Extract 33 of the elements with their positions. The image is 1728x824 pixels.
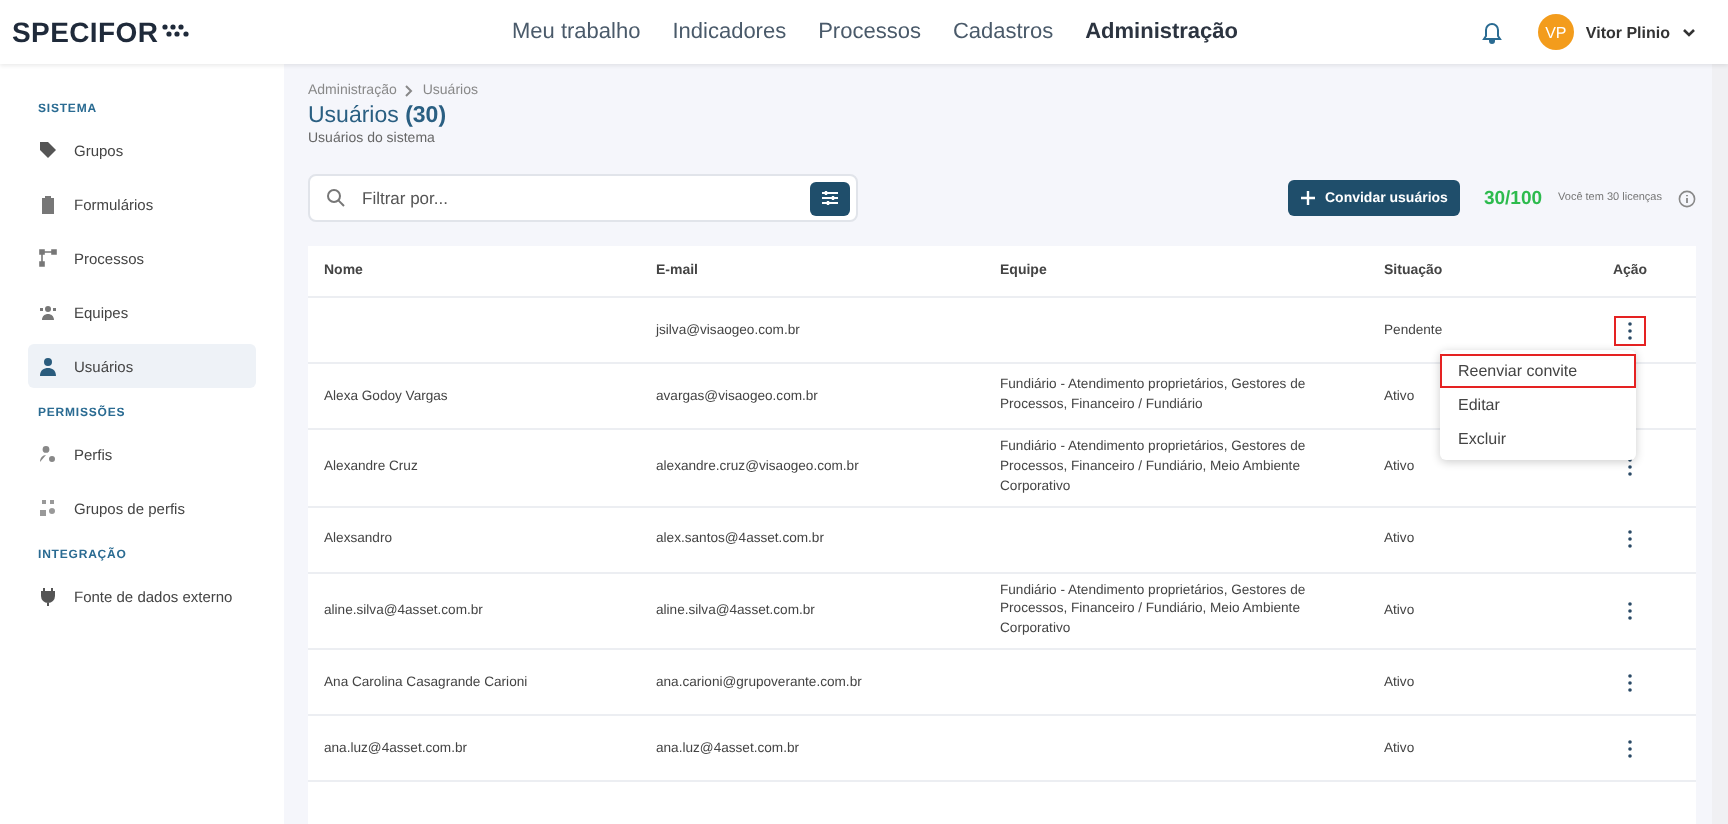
chevron-right-icon xyxy=(404,84,415,98)
plug-icon xyxy=(38,586,58,606)
menu-item[interactable]: Excluir xyxy=(1440,422,1636,456)
search-field[interactable]: Filtrar por... xyxy=(308,174,858,222)
logo-icon xyxy=(162,24,191,40)
bell-icon[interactable] xyxy=(1481,21,1502,43)
filter-button[interactable] xyxy=(810,181,850,215)
profile-icon xyxy=(38,444,58,464)
profiles-icon xyxy=(38,498,58,518)
info-icon[interactable] xyxy=(1678,189,1696,207)
user-icon xyxy=(38,356,58,376)
chevron-down-icon[interactable] xyxy=(1682,27,1696,37)
tag-icon xyxy=(38,140,58,160)
license-count: 30/100 xyxy=(1483,187,1543,209)
nav-link[interactable]: Processos xyxy=(818,20,921,44)
search-icon xyxy=(326,188,346,208)
flow-icon xyxy=(38,248,58,268)
user-name[interactable]: Vitor Plinio xyxy=(1585,23,1670,41)
nav-link[interactable]: Indicadores xyxy=(672,20,787,44)
sliders-icon xyxy=(820,190,840,206)
logo-text: SPECIFOR xyxy=(12,16,159,48)
scrollbar[interactable] xyxy=(1712,64,1728,824)
page-title: Usuários (30) xyxy=(308,104,449,128)
menu-item[interactable]: Editar xyxy=(1440,388,1636,422)
plus-icon xyxy=(1300,190,1317,206)
team-icon xyxy=(38,302,58,322)
menu-item[interactable]: Reenviar convite xyxy=(1440,354,1636,388)
search-input[interactable]: Filtrar por... xyxy=(358,186,798,210)
nav-link[interactable]: Cadastros xyxy=(952,20,1054,44)
clipboard-icon xyxy=(38,194,58,214)
nav-link[interactable]: Meu trabalho xyxy=(512,20,641,44)
more-options-button[interactable] xyxy=(1614,315,1646,345)
nav-link[interactable]: Administração xyxy=(1085,20,1239,44)
